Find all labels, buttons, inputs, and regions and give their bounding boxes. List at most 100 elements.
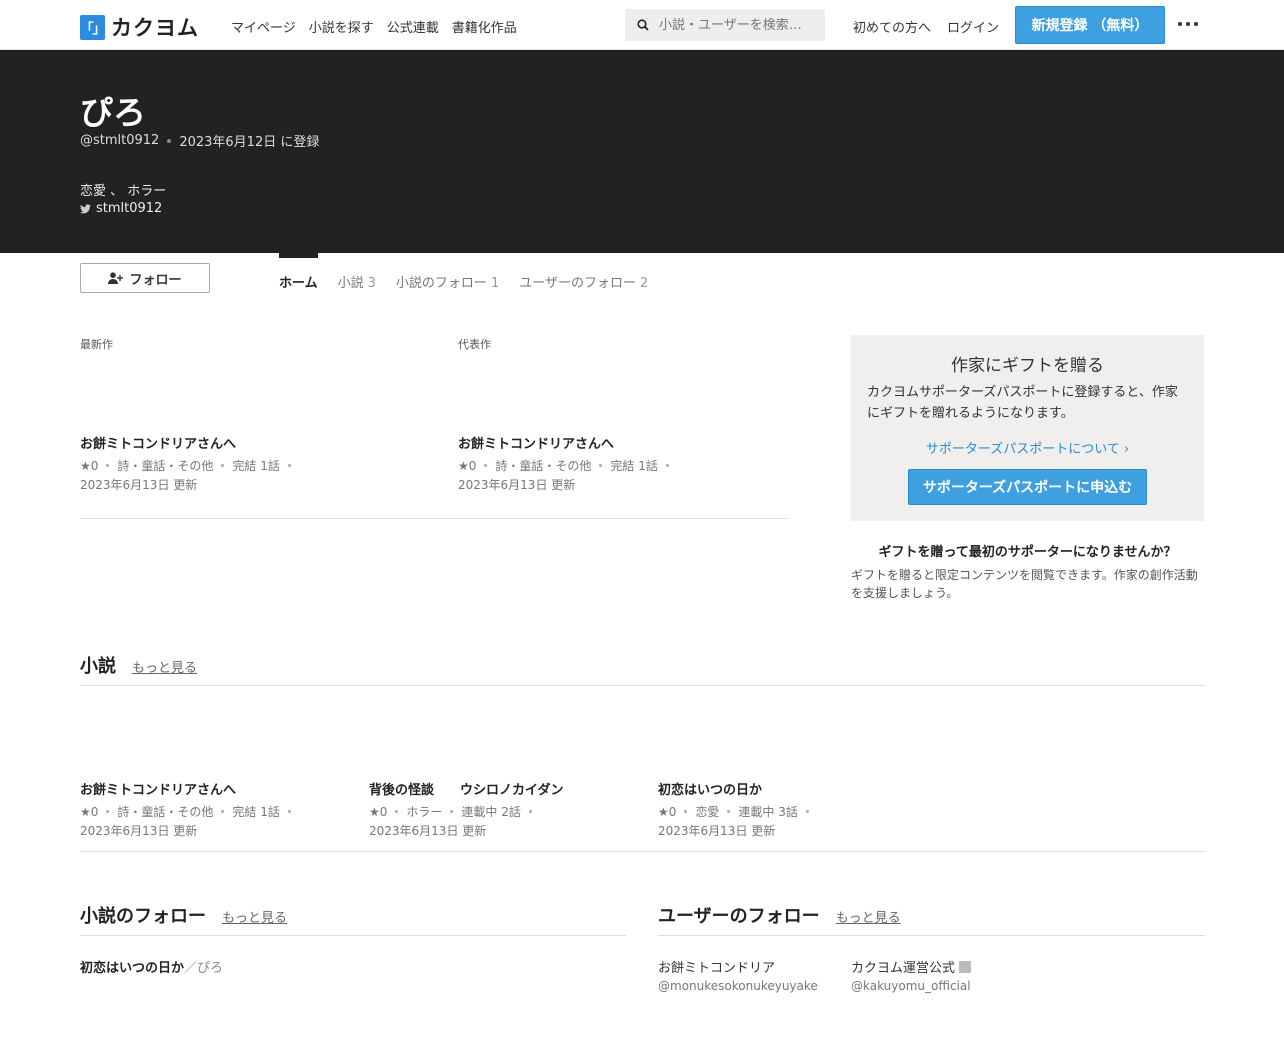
beginners-link[interactable]: 初めての方へ: [853, 17, 931, 36]
work-stars: ★0: [80, 804, 99, 819]
tab-novels[interactable]: 小説 3: [338, 253, 376, 293]
work-status: 完結 1話: [232, 459, 280, 473]
novels-more-link[interactable]: もっと見る: [132, 657, 197, 676]
logo-text: カクヨム: [111, 16, 199, 40]
work-genre: 詩・童話・その他: [495, 459, 592, 473]
search-box[interactable]: [625, 9, 825, 41]
more-menu-icon[interactable]: [1178, 18, 1200, 30]
top-header: 「」 カクヨム マイページ 小説を探す 公式連載 書籍化作品 初めての方へ ログ…: [0, 0, 1284, 50]
followed-user[interactable]: お餅ミトコンドリア @monukesokonukeyuyake: [658, 957, 818, 993]
followed-user-id: @kakuyomu_official: [851, 979, 971, 993]
work-title[interactable]: お餅ミトコンドリアさんへ: [80, 779, 291, 798]
divider: [80, 851, 1205, 852]
work-title[interactable]: お餅ミトコンドリアさんへ: [458, 433, 669, 452]
work-stars: ★0: [80, 458, 99, 473]
tab-followed-users[interactable]: ユーザーのフォロー 2: [519, 253, 648, 293]
nav-find-novels[interactable]: 小説を探す: [309, 17, 374, 36]
divider: [80, 935, 626, 936]
followed-users-header: ユーザーのフォロー もっと見る: [658, 902, 901, 928]
passport-apply-button[interactable]: サポーターズパスポートに申込む: [908, 469, 1147, 505]
followed-novel-title[interactable]: 初恋はいつの日か: [80, 961, 184, 976]
nav-mypage[interactable]: マイページ: [231, 17, 296, 36]
work-date: 2023年6月13日 更新: [80, 824, 198, 838]
novels-section-header: 小説 もっと見る: [80, 652, 197, 678]
work-title[interactable]: お餅ミトコンドリアさんへ: [80, 433, 291, 452]
tab-label: ユーザーのフォロー: [519, 276, 636, 291]
featured-work[interactable]: お餅ミトコンドリアさんへ ★0 詩・童話・その他 完結 1話 2023年6月13…: [458, 433, 669, 493]
latest-label: 最新作: [80, 338, 113, 351]
followed-user[interactable]: カクヨム運営公式 @kakuyomu_official: [851, 957, 972, 993]
work-date: 2023年6月13日 更新: [458, 478, 576, 492]
profile-hero: ぴろ @stmlt0912 2023年6月12日 に登録 恋愛 、 ホラー st…: [0, 50, 1284, 253]
twitter-handle: stmlt0912: [96, 201, 163, 216]
signup-button[interactable]: 新規登録 （無料）: [1015, 6, 1165, 44]
work-meta: ★0 詩・童話・その他 完結 1話: [458, 457, 669, 474]
profile-tabs: ホーム 小説 3 小説のフォロー 1 ユーザーのフォロー 2: [279, 253, 648, 293]
separator-dot: [167, 138, 172, 143]
official-badge-icon: [959, 960, 972, 973]
passport-info-link[interactable]: サポーターズパスポートについて ›: [851, 438, 1204, 457]
divider: [80, 518, 787, 519]
user-intro: 恋愛 、 ホラー: [80, 184, 167, 199]
divider: [80, 685, 1205, 686]
gift-title: 作家にギフトを贈る: [951, 356, 1104, 376]
followed-novels-header: 小説のフォロー もっと見る: [80, 902, 287, 928]
followed-users-more-link[interactable]: もっと見る: [836, 907, 901, 926]
site-logo[interactable]: 「」 カクヨム: [80, 12, 199, 42]
user-meta: @stmlt0912 2023年6月12日 に登録: [80, 131, 319, 150]
work-date: 2023年6月13日 更新: [369, 824, 487, 838]
section-title: 小説: [80, 656, 116, 677]
work-genre: 詩・童話・その他: [117, 459, 214, 473]
followed-novel-item[interactable]: 初恋はいつの日か／ぴろ: [80, 957, 223, 976]
work-genre: 恋愛: [695, 805, 720, 819]
novel-card[interactable]: 初恋はいつの日か ★0 恋愛 連載中 3話 2023年6月13日 更新: [658, 779, 809, 839]
follow-button[interactable]: フォロー: [80, 263, 210, 293]
novel-card[interactable]: 背後の怪談 ウシロノカイダン ★0 ホラー 連載中 2話 2023年6月13日 …: [369, 779, 563, 839]
latest-work[interactable]: お餅ミトコンドリアさんへ ★0 詩・童話・その他 完結 1話 2023年6月13…: [80, 433, 291, 493]
work-stars: ★0: [369, 804, 388, 819]
work-meta: ★0 ホラー 連載中 2話: [369, 803, 563, 820]
search-input[interactable]: [659, 17, 819, 33]
followed-user-id: @monukesokonukeyuyake: [658, 979, 818, 993]
twitter-icon: [80, 203, 91, 213]
user-handle: @stmlt0912: [80, 133, 160, 148]
tab-count: 2: [639, 276, 649, 291]
gift-body: カクヨムサポーターズパスポートに登録すると、作家にギフトを贈れるようになります。: [867, 385, 1178, 421]
logo-mark: 「」: [80, 14, 106, 40]
tab-label: ホーム: [279, 276, 318, 291]
work-status: 完結 1話: [232, 805, 280, 819]
work-title[interactable]: 背後の怪談 ウシロノカイダン: [369, 779, 563, 798]
work-title[interactable]: 初恋はいつの日か: [658, 779, 809, 798]
gift-panel: 作家にギフトを贈る カクヨムサポーターズパスポートに登録すると、作家にギフトを贈…: [851, 335, 1204, 521]
work-status: 連載中 2話: [461, 805, 521, 819]
gift-description: ギフトを贈ると限定コンテンツを閲覧できます。作家の創作活動を支援しましょう。: [851, 568, 1198, 600]
work-date: 2023年6月13日 更新: [658, 824, 776, 838]
section-title: 小説のフォロー: [80, 906, 206, 927]
tab-count: 3: [367, 276, 376, 291]
work-genre: ホラー: [406, 805, 443, 819]
section-title: ユーザーのフォロー: [658, 906, 820, 927]
login-link[interactable]: ログイン: [947, 17, 999, 36]
main-nav: マイページ 小説を探す 公式連載 書籍化作品: [231, 17, 517, 36]
tab-count: 1: [490, 276, 500, 291]
work-meta: ★0 恋愛 連載中 3話: [658, 803, 809, 820]
followed-novels-more-link[interactable]: もっと見る: [222, 907, 287, 926]
divider: [658, 935, 1205, 936]
followed-novel-author[interactable]: ／ぴろ: [184, 961, 223, 976]
followed-user-name: カクヨム運営公式: [851, 957, 972, 976]
work-date: 2023年6月13日 更新: [80, 478, 198, 492]
user-name: ぴろ: [80, 93, 146, 132]
work-meta: ★0 詩・童話・その他 完結 1話: [80, 803, 291, 820]
tab-label: 小説のフォロー: [395, 276, 487, 291]
featured-label: 代表作: [458, 338, 491, 351]
twitter-link[interactable]: stmlt0912: [80, 201, 162, 216]
tab-home[interactable]: ホーム: [279, 253, 318, 293]
tab-followed-novels[interactable]: 小説のフォロー 1: [396, 253, 499, 293]
work-genre: 詩・童話・その他: [117, 805, 214, 819]
nav-published-books[interactable]: 書籍化作品: [452, 17, 517, 36]
tab-label: 小説: [337, 276, 364, 291]
nav-official-series[interactable]: 公式連載: [387, 17, 439, 36]
follow-button-label: フォロー: [129, 271, 182, 287]
work-status: 連載中 3話: [738, 805, 798, 819]
novel-card[interactable]: お餅ミトコンドリアさんへ ★0 詩・童話・その他 完結 1話 2023年6月13…: [80, 779, 291, 839]
